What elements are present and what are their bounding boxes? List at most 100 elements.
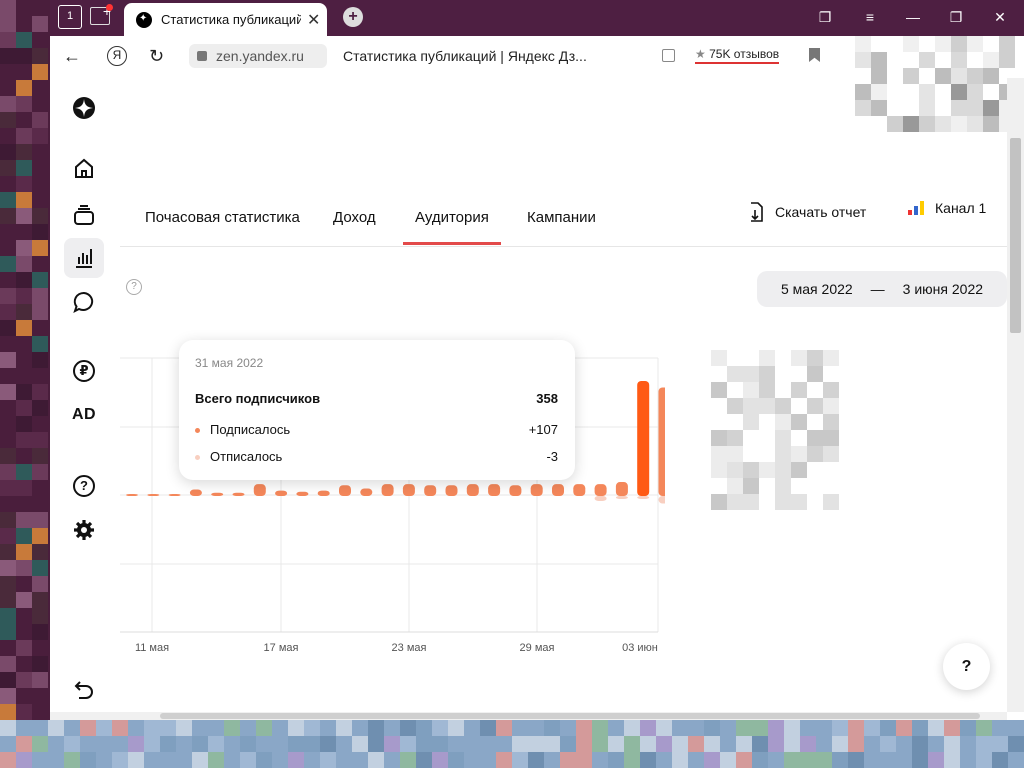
collections-icon[interactable]: ❐ (815, 9, 835, 26)
tab-campaigns[interactable]: Кампании (527, 209, 596, 245)
blur-pixel (624, 720, 640, 736)
blur-pixel (871, 52, 887, 68)
blur-pixel (951, 36, 967, 52)
sidebar-item-publications[interactable] (64, 195, 104, 235)
blur-pixel (736, 736, 752, 752)
blur-pixel (816, 752, 832, 768)
close-window-icon[interactable]: ✕ (990, 9, 1010, 26)
floating-help-button[interactable]: ? (943, 643, 990, 690)
vertical-scroll-thumb[interactable] (1010, 138, 1021, 333)
blur-pixel (791, 446, 807, 462)
channel-selector[interactable]: Канал 1 (908, 200, 986, 216)
blur-pixel (544, 736, 560, 752)
blur-pixel (16, 464, 32, 480)
maximize-icon[interactable]: ❐ (946, 9, 966, 26)
tab-audience[interactable]: Аудитория (403, 209, 501, 245)
blur-pixel (32, 48, 48, 64)
reviews-badge[interactable]: ★ 75K отзывов (695, 47, 780, 64)
blur-pixel (919, 116, 935, 132)
blur-pixel (16, 544, 32, 560)
download-report-button[interactable]: Скачать отчет (748, 202, 866, 222)
menu-icon[interactable]: ≡ (860, 9, 880, 25)
blur-pixel (16, 256, 32, 272)
blur-pixel (176, 720, 192, 736)
bar-subscribed (189, 489, 202, 496)
add-tab-button[interactable]: + (343, 7, 363, 27)
download-file-icon (751, 202, 763, 222)
blur-pixel (448, 752, 464, 768)
vertical-scrollbar[interactable] (1007, 78, 1024, 712)
blur-pixel (784, 736, 800, 752)
date-range-picker[interactable]: 5 мая 2022 — 3 июня 2022 (757, 271, 1007, 307)
minimize-icon[interactable]: — (903, 9, 923, 25)
channel-chart-icon (908, 201, 926, 215)
blur-pixel (416, 752, 432, 768)
tab-counter-icon[interactable]: 1 (58, 5, 82, 29)
sidebar-item-statistics[interactable] (64, 238, 104, 278)
help-icon: ? (73, 475, 95, 497)
blur-pixel (775, 494, 791, 510)
blur-pixel (807, 446, 823, 462)
x-tick-label: 03 июн (622, 642, 658, 654)
question-icon[interactable]: ? (126, 279, 142, 295)
blur-pixel (672, 752, 688, 768)
blur-pixel (0, 480, 16, 496)
blur-pixel (560, 752, 576, 768)
blur-pixel (144, 736, 160, 752)
blur-pixel (144, 720, 160, 736)
blurred-taskbar (0, 720, 1024, 768)
blur-pixel (0, 656, 16, 672)
bar-subscribed (296, 491, 309, 496)
blur-pixel (0, 528, 16, 544)
blur-pixel (80, 752, 96, 768)
sidebar-item-home[interactable] (64, 149, 104, 189)
horizontal-scrollbar[interactable] (50, 712, 1007, 720)
blur-pixel (16, 752, 32, 768)
blur-pixel (704, 752, 720, 768)
x-tick-label: 29 мая (520, 642, 555, 654)
bookmark-icon[interactable] (809, 48, 820, 62)
channel-name: Канал 1 (935, 200, 987, 216)
yandex-button[interactable]: Я (107, 46, 127, 66)
blur-pixel (320, 736, 336, 752)
sidebar-item-back[interactable] (64, 670, 104, 710)
horizontal-scroll-thumb[interactable] (160, 713, 980, 719)
sidebar-item-help[interactable]: ? (64, 466, 104, 506)
sidebar-item-logo[interactable] (64, 88, 104, 128)
tooltip-total-label: Всего подписчиков (195, 391, 321, 406)
browser-tab-active[interactable]: Статистика публикаций ✕ (124, 3, 327, 36)
sidebar-item-settings[interactable] (64, 510, 104, 550)
sidebar-item-comments[interactable] (64, 282, 104, 322)
bar-unsubscribed (658, 496, 665, 504)
blur-pixel (288, 736, 304, 752)
sidebar-item-ad[interactable]: AD (64, 395, 104, 435)
blur-pixel (0, 144, 16, 160)
url-field[interactable]: zen.yandex.ru (189, 44, 327, 68)
blur-pixel (112, 752, 128, 768)
blur-pixel (0, 0, 16, 16)
bar-subscribed (360, 488, 373, 496)
tab-hourly[interactable]: Почасовая статистика (145, 209, 300, 245)
blur-pixel (240, 752, 256, 768)
tooltip-sub-label: Подписалось (210, 422, 291, 437)
blur-pixel (775, 414, 791, 430)
reload-icon[interactable]: ↻ (149, 46, 164, 67)
blur-pixel (656, 720, 672, 736)
extension-icon[interactable] (662, 49, 675, 62)
blur-pixel (432, 752, 448, 768)
blur-pixel (823, 350, 839, 366)
blur-pixel (711, 382, 727, 398)
blur-pixel (32, 352, 48, 368)
blur-pixel (640, 736, 656, 752)
tab-close-icon[interactable]: ✕ (307, 10, 320, 30)
back-arrow-icon[interactable]: ← (63, 46, 81, 67)
sidebar-item-monetization[interactable]: ₽ (64, 351, 104, 391)
blur-pixel (928, 752, 944, 768)
tab-income[interactable]: Доход (333, 209, 376, 245)
blur-pixel (0, 624, 16, 640)
blur-pixel (0, 560, 16, 576)
blur-pixel (16, 48, 32, 64)
blur-pixel (752, 736, 768, 752)
address-page-title: Статистика публикаций | Яндекс Дз... (343, 48, 587, 64)
publications-icon (74, 205, 94, 225)
